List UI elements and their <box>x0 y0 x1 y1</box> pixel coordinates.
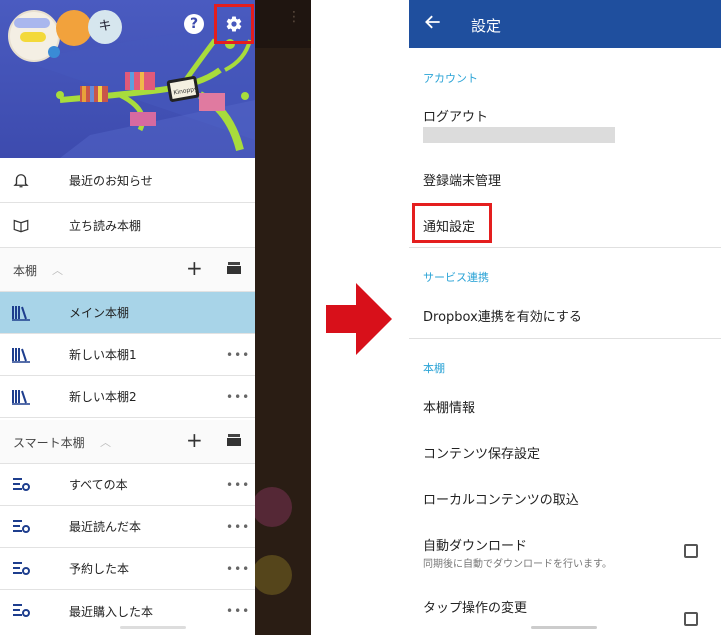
category-shelf: 本棚 <box>423 362 445 375</box>
content-storage-item[interactable]: コンテンツ保存設定 <box>423 443 540 462</box>
category-account: アカウント <box>423 72 478 85</box>
background-fab <box>252 555 292 595</box>
local-import-item[interactable]: ローカルコンテンツの取込 <box>423 489 579 508</box>
device-management-item[interactable]: 登録端末管理 <box>423 170 501 189</box>
shelf-label: メイン本棚 <box>69 306 130 320</box>
shelf-label: 新しい本棚1 <box>69 348 137 362</box>
menu-item-label: 最近のお知らせ <box>69 173 153 188</box>
user-avatar[interactable] <box>8 10 60 62</box>
bell-icon <box>13 174 29 188</box>
smart-shelf-item[interactable]: 最近読んだ本 ••• <box>0 506 255 548</box>
stack-icon[interactable] <box>227 262 241 274</box>
shelf-icon <box>12 306 30 321</box>
background-app-bar <box>255 0 311 48</box>
account-avatar[interactable]: キ <box>88 10 122 44</box>
gear-icon <box>226 16 242 32</box>
right-phone-screen: 設定 アカウント ログアウト 登録端末管理 通知設定 サービス連携 Dropbo… <box>409 0 721 635</box>
more-icon[interactable]: ••• <box>226 478 250 492</box>
smart-shelf-label: 最近購入した本 <box>69 604 154 619</box>
account-avatar[interactable] <box>56 10 92 46</box>
divider <box>409 338 721 339</box>
auto-download-item[interactable]: 自動ダウンロード <box>423 535 527 554</box>
smart-shelf-icon <box>13 562 30 575</box>
app-bar: 設定 <box>409 0 721 48</box>
navigation-drawer: Kinoppy キ ? 最近のお知らせ 立ち読み本棚 本棚 ︿ + メイン本棚 … <box>0 0 255 635</box>
logout-item[interactable]: ログアウト <box>423 106 488 125</box>
shelf-icon <box>12 348 30 363</box>
tap-operation-checkbox[interactable] <box>684 612 698 626</box>
section-title: スマート本棚 <box>13 436 85 450</box>
tap-operation-item[interactable]: タップ操作の変更 <box>423 597 527 616</box>
more-icon[interactable]: ••• <box>226 604 250 618</box>
menu-item-news[interactable]: 最近のお知らせ <box>0 158 255 203</box>
menu-item-preview-shelf[interactable]: 立ち読み本棚 <box>0 203 255 248</box>
book-open-icon <box>13 219 29 233</box>
background-app <box>255 0 311 635</box>
smart-shelf-icon <box>13 520 30 533</box>
background-fab <box>252 487 292 527</box>
back-arrow-icon[interactable] <box>423 12 443 32</box>
more-icon[interactable]: ••• <box>226 348 250 362</box>
smart-shelf-icon <box>13 604 30 617</box>
auto-download-description: 同期後に自動でダウンロードを行います。 <box>423 559 612 570</box>
smart-shelf-label: 最近読んだ本 <box>69 520 142 534</box>
shelf-section-header: 本棚 ︿ + <box>0 248 255 292</box>
gesture-bar[interactable] <box>531 626 597 629</box>
add-smart-shelf-button[interactable]: + <box>186 430 203 450</box>
left-phone-screen: ⋮ <box>0 0 311 635</box>
account-id-redacted <box>423 127 615 143</box>
stack-icon[interactable] <box>227 434 241 446</box>
page-title: 設定 <box>471 17 502 35</box>
more-icon[interactable]: ••• <box>226 390 250 404</box>
smart-shelf-item[interactable]: 予約した本 ••• <box>0 548 255 590</box>
shelf-item-main[interactable]: メイン本棚 <box>0 292 255 334</box>
screen: ⋮ <box>0 0 721 635</box>
more-icon[interactable]: ••• <box>226 562 250 576</box>
chevron-up-icon[interactable]: ︿ <box>100 434 111 450</box>
shelf-item-new1[interactable]: 新しい本棚1 ••• <box>0 334 255 376</box>
arrow-right-icon <box>326 283 392 355</box>
auto-download-checkbox[interactable] <box>684 544 698 558</box>
dropbox-link-item[interactable]: Dropbox連携を有効にする <box>423 306 582 325</box>
more-icon[interactable]: ••• <box>226 520 250 534</box>
settings-button[interactable] <box>214 4 254 44</box>
chevron-up-icon[interactable]: ︿ <box>52 262 63 278</box>
smart-shelf-icon <box>13 478 30 491</box>
smart-shelf-item[interactable]: すべての本 ••• <box>0 464 255 506</box>
category-service: サービス連携 <box>423 271 489 284</box>
smart-shelf-label: すべての本 <box>69 478 128 492</box>
smart-shelf-section-header: スマート本棚 ︿ + <box>0 420 255 464</box>
section-title: 本棚 <box>13 264 38 278</box>
notification-settings-item[interactable]: 通知設定 <box>423 216 475 235</box>
overflow-menu-icon: ⋮ <box>287 10 301 32</box>
shelf-info-item[interactable]: 本棚情報 <box>423 397 475 416</box>
menu-item-label: 立ち読み本棚 <box>69 218 142 233</box>
shelf-item-new2[interactable]: 新しい本棚2 ••• <box>0 376 255 418</box>
shelf-label: 新しい本棚2 <box>69 390 137 404</box>
gesture-bar[interactable] <box>120 626 186 629</box>
help-icon[interactable]: ? <box>184 14 204 34</box>
shelf-icon <box>12 390 30 405</box>
divider <box>409 247 721 248</box>
smart-shelf-label: 予約した本 <box>69 562 130 576</box>
add-shelf-button[interactable]: + <box>186 258 203 278</box>
drawer-header: Kinoppy キ ? <box>0 0 255 158</box>
